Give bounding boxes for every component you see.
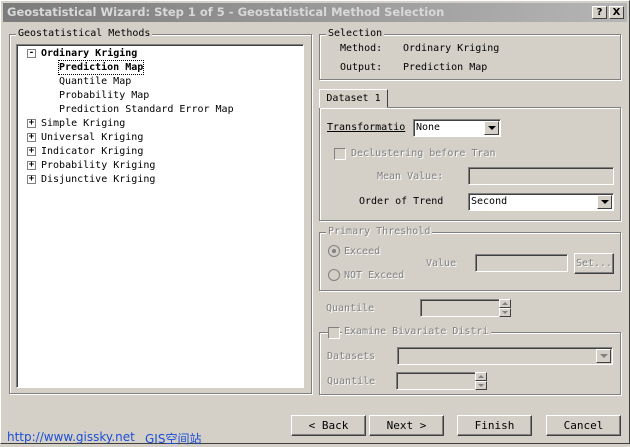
methods-tree[interactable]: - Ordinary Kriging Prediction Map Quanti… xyxy=(16,44,304,388)
datasets-label: Datasets xyxy=(327,351,376,362)
tab-dataset-1[interactable]: Dataset 1 xyxy=(319,89,388,108)
spin-down-icon[interactable] xyxy=(475,381,487,390)
primary-threshold-group: Primary Threshold Exceed NOT Exceed Valu… xyxy=(319,226,621,291)
exceed-label: Exceed xyxy=(344,246,381,257)
tree-node-simple-kriging[interactable]: Simple Kriging xyxy=(41,117,125,130)
order-of-trend-label: Order of Trend xyxy=(359,196,444,207)
tree-node-ordinary-kriging[interactable]: Ordinary Kriging xyxy=(41,47,137,60)
next-button[interactable]: Next > xyxy=(369,415,444,436)
bivariate-checkbox[interactable] xyxy=(328,327,340,339)
selection-group: Selection Method: Ordinary Kriging Outpu… xyxy=(319,28,621,80)
bivariate-quantile-spinner[interactable] xyxy=(475,372,487,390)
bivariate-quantile-input[interactable] xyxy=(396,372,476,390)
set-button[interactable]: Set... xyxy=(574,253,614,274)
not-exceed-label: NOT Exceed xyxy=(344,270,405,281)
finish-button[interactable]: Finish xyxy=(457,415,532,436)
spin-down-icon[interactable] xyxy=(499,308,511,317)
bivariate-quantile-label: Quantile xyxy=(327,376,376,387)
close-button[interactable]: X xyxy=(609,6,624,19)
chevron-down-icon[interactable] xyxy=(484,121,499,135)
expand-icon[interactable]: + xyxy=(27,147,36,156)
expand-icon[interactable]: + xyxy=(27,133,36,142)
method-label: Method: xyxy=(340,43,383,54)
selection-group-title: Selection xyxy=(326,28,385,39)
threshold-value-input[interactable] xyxy=(475,254,568,272)
expand-icon[interactable]: + xyxy=(27,161,36,170)
expand-icon[interactable]: + xyxy=(27,175,36,184)
bivariate-group: Examine Bivariate Distri Datasets Quanti… xyxy=(319,326,621,395)
method-value: Ordinary Kriging xyxy=(403,43,500,54)
mean-value-input[interactable] xyxy=(468,167,614,185)
tree-node-quantile-map[interactable]: Quantile Map xyxy=(59,75,131,88)
quantile-input[interactable] xyxy=(420,299,500,317)
wizard-window: Geostatistical Wizard: Step 1 of 5 - Geo… xyxy=(0,0,630,446)
chevron-down-icon[interactable] xyxy=(597,195,612,209)
spin-up-icon[interactable] xyxy=(475,372,487,381)
tree-node-indicator-kriging[interactable]: Indicator Kriging xyxy=(41,145,143,158)
tree-node-disjunctive-kriging[interactable]: Disjunctive Kriging xyxy=(41,173,155,186)
methods-group-title: Geostatistical Methods xyxy=(16,28,153,39)
window-title: Geostatistical Wizard: Step 1 of 5 - Geo… xyxy=(7,5,445,19)
quantile-spinner[interactable] xyxy=(499,299,511,317)
tree-node-prediction-map[interactable]: Prediction Map xyxy=(57,60,145,75)
tree-node-prediction-standard-error-map[interactable]: Prediction Standard Error Map xyxy=(59,103,234,116)
expand-icon[interactable]: + xyxy=(27,119,36,128)
transformation-select[interactable]: None xyxy=(413,119,501,137)
order-of-trend-select[interactable]: Second xyxy=(468,193,614,211)
threshold-value-label: Value xyxy=(426,258,457,269)
dataset-panel: Transformatio None Declustering before T… xyxy=(319,107,621,221)
tree-node-probability-kriging[interactable]: Probability Kriging xyxy=(41,159,155,172)
tree-node-probability-map[interactable]: Probability Map xyxy=(59,89,149,102)
cancel-button[interactable]: Cancel xyxy=(546,415,621,436)
exceed-radio[interactable] xyxy=(328,245,340,257)
watermark-url: http://www.gissky.net xyxy=(7,430,135,444)
output-label: Output: xyxy=(340,62,383,73)
output-value: Prediction Map xyxy=(403,62,488,73)
primary-threshold-title: Primary Threshold xyxy=(326,226,433,237)
datasets-select[interactable] xyxy=(397,347,613,365)
help-button[interactable]: ? xyxy=(592,6,607,19)
chevron-down-icon[interactable] xyxy=(596,349,611,363)
transformation-value: None xyxy=(416,122,441,133)
order-of-trend-value: Second xyxy=(471,196,508,207)
bivariate-title: Examine Bivariate Distri xyxy=(342,326,491,337)
watermark-name: GIS空间站 xyxy=(145,432,202,446)
tree-node-universal-kriging[interactable]: Universal Kriging xyxy=(41,131,143,144)
not-exceed-radio[interactable] xyxy=(328,269,340,281)
title-bar: Geostatistical Wizard: Step 1 of 5 - Geo… xyxy=(3,3,627,22)
declustering-label: Declustering before Tran xyxy=(351,148,496,159)
mean-value-label: Mean Value: xyxy=(377,171,444,182)
collapse-icon[interactable]: - xyxy=(27,49,36,58)
back-button[interactable]: < Back xyxy=(291,415,366,436)
quantile-label: Quantile xyxy=(326,303,375,314)
declustering-checkbox[interactable] xyxy=(334,148,346,160)
spin-up-icon[interactable] xyxy=(499,299,511,308)
transformation-label: Transformatio xyxy=(327,122,406,133)
